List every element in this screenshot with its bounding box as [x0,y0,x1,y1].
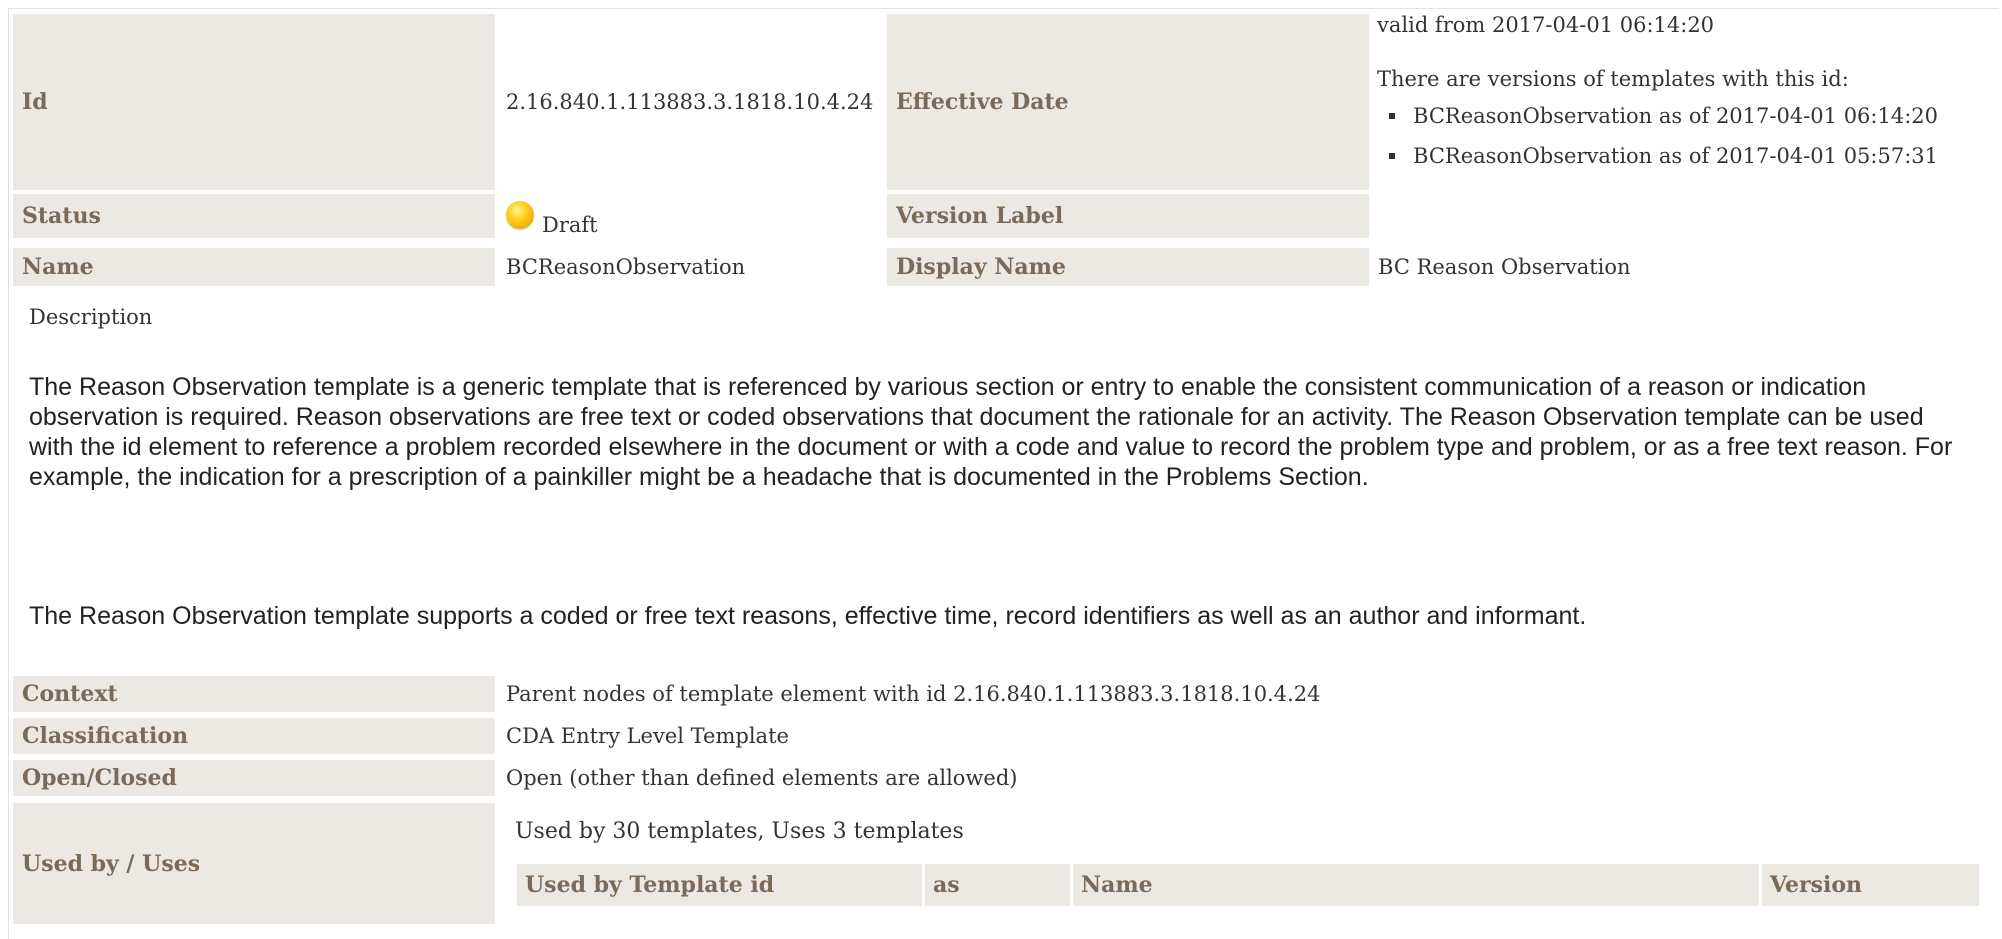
column-header-as[interactable]: as [925,864,1070,906]
id-value: 2.16.840.1.113883.3.1818.10.4.24 [506,90,874,114]
bullet-icon [1389,152,1395,159]
valid-from-text: valid from 2017-04-01 06:14:20 [1377,13,1715,37]
description-title: Description [29,305,153,329]
context-value: Parent nodes of template element with id… [506,682,1321,706]
display-name-value: BC Reason Observation [1378,255,1631,279]
column-header-version[interactable]: Version [1762,864,1979,906]
classification-label: Classification [13,718,495,754]
open-closed-label: Open/Closed [13,760,495,796]
display-name-label: Display Name [887,248,1369,286]
name-value: BCReasonObservation [506,255,746,279]
description-paragraph: The Reason Observation template supports… [29,602,1587,630]
effective-date-label: Effective Date [887,14,1369,190]
used-by-label: Used by / Uses [13,803,495,924]
classification-value: CDA Entry Level Template [506,724,789,748]
version-item[interactable]: BCReasonObservation as of 2017-04-01 05:… [1377,136,1997,176]
version-label-value [1369,194,1969,238]
used-by-summary: Used by 30 templates, Uses 3 templates [515,819,964,844]
column-header-template-id[interactable]: Used by Template id [517,864,922,906]
versions-list: BCReasonObservation as of 2017-04-01 06:… [1377,96,1997,176]
status-label: Status [13,194,495,238]
status-draft-icon [506,201,534,229]
bullet-icon [1389,112,1395,119]
description-paragraph: The Reason Observation template is a gen… [29,373,1953,491]
status-text: Draft [542,213,598,237]
column-header-name[interactable]: Name [1073,864,1759,906]
version-item-text: BCReasonObservation as of 2017-04-01 06:… [1413,104,1939,128]
version-item-text: BCReasonObservation as of 2017-04-01 05:… [1413,144,1939,168]
id-label: Id [13,14,495,190]
context-label: Context [13,676,495,712]
version-label-label: Version Label [887,194,1369,238]
open-closed-value: Open (other than defined elements are al… [506,766,1018,790]
status-value: Draft [497,194,885,244]
versions-intro: There are versions of templates with thi… [1377,67,1849,91]
version-item[interactable]: BCReasonObservation as of 2017-04-01 06:… [1377,96,1997,136]
name-label: Name [13,248,495,286]
effective-date-value: valid from 2017-04-01 06:14:20 There are… [1377,12,1997,176]
